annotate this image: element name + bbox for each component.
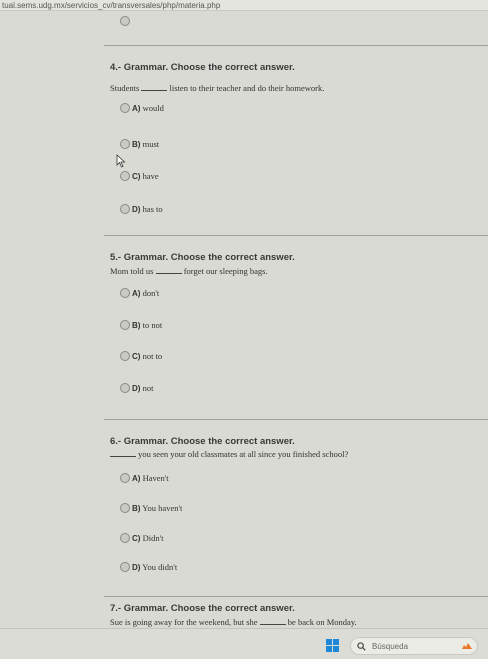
question-4-prompt: Students listen to their teacher and do …	[110, 82, 325, 93]
separator	[104, 45, 488, 46]
windows-logo-icon[interactable]	[326, 639, 340, 653]
option-6-c[interactable]: C) Didn't	[120, 531, 163, 545]
question-5-prompt: Mom told us forget our sleeping bags.	[110, 265, 268, 276]
separator	[104, 596, 488, 597]
radio-button[interactable]	[120, 288, 130, 298]
option-3-d-partial[interactable]	[120, 14, 132, 28]
radio-button[interactable]	[120, 16, 130, 26]
question-5-title: 5.- Grammar. Choose the correct answer.	[110, 252, 295, 263]
option-5-a[interactable]: A) don't	[120, 286, 159, 300]
option-5-d[interactable]: D) not	[120, 381, 153, 395]
search-icon	[357, 641, 366, 651]
option-6-d[interactable]: D) You didn't	[120, 560, 177, 574]
radio-button[interactable]	[120, 204, 130, 214]
radio-button[interactable]	[120, 503, 130, 513]
option-6-b[interactable]: B) You haven't	[120, 501, 182, 515]
radio-button[interactable]	[120, 562, 130, 572]
address-bar[interactable]: tual.sems.udg.mx/servicios_cv/transversa…	[0, 0, 488, 11]
question-6-title: 6.- Grammar. Choose the correct answer.	[110, 436, 295, 447]
radio-button[interactable]	[120, 351, 130, 361]
question-7-prompt: Sue is going away for the weekend, but s…	[110, 616, 357, 627]
radio-button[interactable]	[120, 473, 130, 483]
question-7-title: 7.- Grammar. Choose the correct answer.	[110, 603, 295, 614]
answer-blank	[259, 616, 286, 625]
url-text: tual.sems.udg.mx/servicios_cv/transversa…	[2, 1, 221, 10]
question-6-prompt: you seen your old classmates at all sinc…	[110, 448, 348, 459]
answer-blank	[110, 448, 136, 457]
option-4-d[interactable]: D) has to	[120, 202, 163, 216]
radio-button[interactable]	[120, 139, 130, 149]
question-4-title: 4.- Grammar. Choose the correct answer.	[110, 62, 295, 73]
radio-button[interactable]	[120, 533, 130, 543]
radio-button[interactable]	[120, 171, 130, 181]
radio-button[interactable]	[120, 320, 130, 330]
option-5-b[interactable]: B) to not	[120, 318, 162, 332]
search-placeholder: Búsqueda	[372, 641, 409, 651]
separator	[104, 235, 488, 236]
answer-blank	[141, 82, 168, 91]
radio-button[interactable]	[120, 103, 130, 113]
taskbar-search-box[interactable]: Búsqueda	[350, 637, 478, 655]
separator	[104, 419, 488, 420]
answer-blank	[155, 265, 182, 274]
option-4-a[interactable]: A) would	[120, 101, 164, 115]
taskbar: Búsqueda	[0, 628, 488, 659]
option-6-a[interactable]: A) Haven't	[120, 471, 169, 485]
weather-icon[interactable]	[461, 641, 473, 651]
radio-button[interactable]	[120, 383, 130, 393]
option-4-c[interactable]: C) have	[120, 169, 159, 183]
option-5-c[interactable]: C) not to	[120, 349, 162, 363]
option-4-b[interactable]: B) must	[120, 137, 159, 151]
quiz-content: 4.- Grammar. Choose the correct answer. …	[0, 11, 488, 628]
mouse-pointer-icon	[116, 154, 126, 168]
